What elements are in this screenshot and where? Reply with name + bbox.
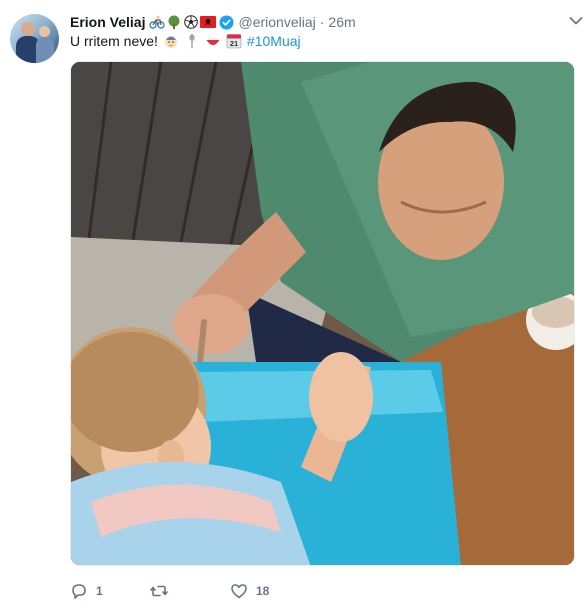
reply-count: 1 <box>96 584 103 598</box>
tweet-header: Erion Veliaj @erionveliaj · 26m <box>70 12 577 32</box>
hashtag-link[interactable]: #10Muaj <box>247 33 301 49</box>
bicycle-icon <box>149 15 166 29</box>
tweet-photo[interactable] <box>70 61 575 566</box>
separator-dot: · <box>319 14 325 30</box>
tweet-actions: 1 18 <box>70 580 490 602</box>
reply-button[interactable]: 1 <box>70 582 150 600</box>
chevron-down-icon[interactable] <box>569 16 583 26</box>
author-handle[interactable]: @erionveliaj <box>238 14 315 30</box>
avatar-child-head <box>39 26 50 37</box>
verified-badge-icon <box>219 14 235 30</box>
heart-icon <box>231 584 247 599</box>
bowl-icon <box>206 38 220 45</box>
tweet-timestamp[interactable]: 26m <box>328 14 355 30</box>
calendar-day-label: 21 <box>230 39 238 48</box>
tweet-text: U rritem neve! 21 #10Muaj <box>70 31 301 51</box>
name-emojis <box>149 15 217 29</box>
tweet-text-body: U rritem neve! <box>70 33 158 49</box>
author-avatar[interactable] <box>10 14 59 63</box>
reply-icon <box>72 584 86 599</box>
retweet-icon <box>150 585 168 597</box>
retweet-button[interactable] <box>150 582 230 600</box>
like-button[interactable]: 18 <box>230 582 310 600</box>
spoon-icon <box>189 34 195 49</box>
baby-face-icon <box>164 36 177 48</box>
tree-icon <box>168 15 180 29</box>
like-count: 18 <box>256 584 270 598</box>
albania-flag-icon <box>200 16 217 28</box>
avatar-person-head <box>21 22 35 36</box>
photo-illustration <box>71 62 574 565</box>
soccer-ball-icon <box>184 15 199 29</box>
avatar-child-body <box>36 37 54 63</box>
calendar-icon: 21 <box>226 34 242 49</box>
author-name[interactable]: Erion Veliaj <box>70 14 145 30</box>
